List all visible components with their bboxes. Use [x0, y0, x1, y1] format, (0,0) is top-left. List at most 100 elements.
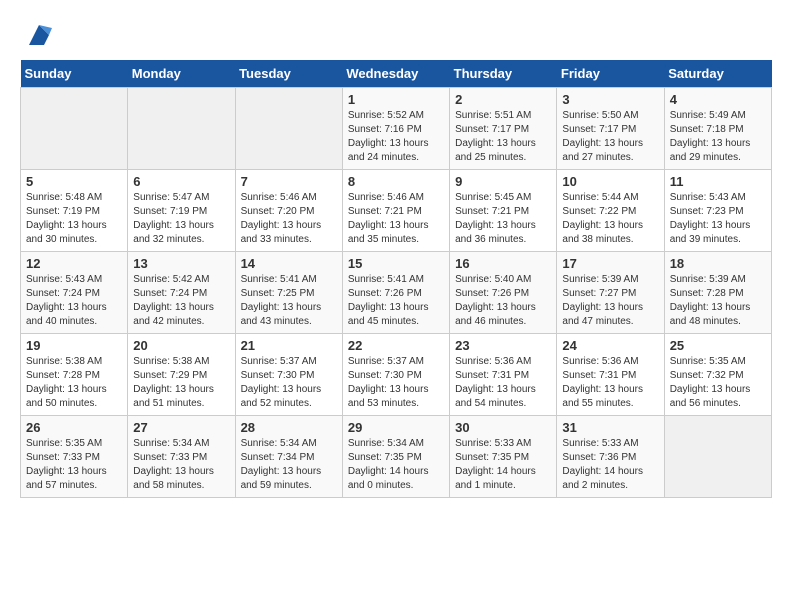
- day-number: 6: [133, 174, 229, 189]
- logo: [20, 20, 54, 50]
- day-info: Sunrise: 5:35 AMSunset: 7:33 PMDaylight:…: [26, 437, 122, 493]
- calendar-cell: 6 Sunrise: 5:47 AMSunset: 7:19 PMDaylight…: [128, 170, 235, 252]
- day-info: Sunrise: 5:39 AMSunset: 7:27 PMDaylight:…: [562, 273, 658, 329]
- day-number: 15: [348, 256, 444, 271]
- day-header-sunday: Sunday: [21, 60, 128, 88]
- day-info: Sunrise: 5:38 AMSunset: 7:28 PMDaylight:…: [26, 355, 122, 411]
- day-info: Sunrise: 5:36 AMSunset: 7:31 PMDaylight:…: [562, 355, 658, 411]
- day-info: Sunrise: 5:37 AMSunset: 7:30 PMDaylight:…: [241, 355, 337, 411]
- day-number: 28: [241, 420, 337, 435]
- day-info: Sunrise: 5:33 AMSunset: 7:35 PMDaylight:…: [455, 437, 551, 493]
- day-info: Sunrise: 5:47 AMSunset: 7:19 PMDaylight:…: [133, 191, 229, 247]
- calendar-cell: [128, 88, 235, 170]
- calendar-cell: 21 Sunrise: 5:37 AMSunset: 7:30 PMDayligh…: [235, 334, 342, 416]
- day-number: 23: [455, 338, 551, 353]
- calendar-cell: 29 Sunrise: 5:34 AMSunset: 7:35 PMDayligh…: [342, 416, 449, 498]
- calendar-cell: 9 Sunrise: 5:45 AMSunset: 7:21 PMDaylight…: [450, 170, 557, 252]
- day-number: 30: [455, 420, 551, 435]
- day-number: 19: [26, 338, 122, 353]
- calendar-cell: 4 Sunrise: 5:49 AMSunset: 7:18 PMDaylight…: [664, 88, 771, 170]
- days-header-row: SundayMondayTuesdayWednesdayThursdayFrid…: [21, 60, 772, 88]
- calendar-cell: 11 Sunrise: 5:43 AMSunset: 7:23 PMDayligh…: [664, 170, 771, 252]
- calendar-cell: 10Sunrise: 5:44 AMSunset: 7:22 PMDayligh…: [557, 170, 664, 252]
- day-info: Sunrise: 5:43 AMSunset: 7:24 PMDaylight:…: [26, 273, 122, 329]
- calendar-cell: 7 Sunrise: 5:46 AMSunset: 7:20 PMDaylight…: [235, 170, 342, 252]
- day-number: 22: [348, 338, 444, 353]
- calendar-cell: [235, 88, 342, 170]
- day-info: Sunrise: 5:39 AMSunset: 7:28 PMDaylight:…: [670, 273, 766, 329]
- day-number: 14: [241, 256, 337, 271]
- day-info: Sunrise: 5:42 AMSunset: 7:24 PMDaylight:…: [133, 273, 229, 329]
- day-info: Sunrise: 5:40 AMSunset: 7:26 PMDaylight:…: [455, 273, 551, 329]
- calendar-cell: 20 Sunrise: 5:38 AMSunset: 7:29 PMDayligh…: [128, 334, 235, 416]
- calendar-cell: 1 Sunrise: 5:52 AMSunset: 7:16 PMDaylight…: [342, 88, 449, 170]
- logo-icon: [24, 20, 54, 50]
- week-row-5: 26 Sunrise: 5:35 AMSunset: 7:33 PMDayligh…: [21, 416, 772, 498]
- calendar-cell: 22 Sunrise: 5:37 AMSunset: 7:30 PMDayligh…: [342, 334, 449, 416]
- day-number: 21: [241, 338, 337, 353]
- day-info: Sunrise: 5:38 AMSunset: 7:29 PMDaylight:…: [133, 355, 229, 411]
- day-number: 17: [562, 256, 658, 271]
- day-header-friday: Friday: [557, 60, 664, 88]
- calendar-cell: [21, 88, 128, 170]
- calendar-header: SundayMondayTuesdayWednesdayThursdayFrid…: [21, 60, 772, 88]
- calendar-body: 1 Sunrise: 5:52 AMSunset: 7:16 PMDaylight…: [21, 88, 772, 498]
- day-info: Sunrise: 5:33 AMSunset: 7:36 PMDaylight:…: [562, 437, 658, 493]
- day-number: 11: [670, 174, 766, 189]
- day-number: 12: [26, 256, 122, 271]
- calendar-cell: 16 Sunrise: 5:40 AMSunset: 7:26 PMDayligh…: [450, 252, 557, 334]
- day-info: Sunrise: 5:52 AMSunset: 7:16 PMDaylight:…: [348, 109, 444, 165]
- week-row-3: 12 Sunrise: 5:43 AMSunset: 7:24 PMDayligh…: [21, 252, 772, 334]
- day-header-wednesday: Wednesday: [342, 60, 449, 88]
- day-info: Sunrise: 5:45 AMSunset: 7:21 PMDaylight:…: [455, 191, 551, 247]
- day-info: Sunrise: 5:51 AMSunset: 7:17 PMDaylight:…: [455, 109, 551, 165]
- day-number: 27: [133, 420, 229, 435]
- day-number: 25: [670, 338, 766, 353]
- day-number: 5: [26, 174, 122, 189]
- calendar-cell: 13 Sunrise: 5:42 AMSunset: 7:24 PMDayligh…: [128, 252, 235, 334]
- day-number: 29: [348, 420, 444, 435]
- day-info: Sunrise: 5:50 AMSunset: 7:17 PMDaylight:…: [562, 109, 658, 165]
- day-number: 13: [133, 256, 229, 271]
- day-number: 18: [670, 256, 766, 271]
- calendar-cell: 8Sunrise: 5:46 AMSunset: 7:21 PMDaylight…: [342, 170, 449, 252]
- day-number: 20: [133, 338, 229, 353]
- calendar-cell: 27Sunrise: 5:34 AMSunset: 7:33 PMDayligh…: [128, 416, 235, 498]
- calendar-table: SundayMondayTuesdayWednesdayThursdayFrid…: [20, 60, 772, 498]
- day-header-thursday: Thursday: [450, 60, 557, 88]
- day-header-tuesday: Tuesday: [235, 60, 342, 88]
- day-info: Sunrise: 5:46 AMSunset: 7:20 PMDaylight:…: [241, 191, 337, 247]
- day-number: 9: [455, 174, 551, 189]
- day-number: 4: [670, 92, 766, 107]
- calendar-cell: 28 Sunrise: 5:34 AMSunset: 7:34 PMDayligh…: [235, 416, 342, 498]
- day-info: Sunrise: 5:37 AMSunset: 7:30 PMDaylight:…: [348, 355, 444, 411]
- day-info: Sunrise: 5:41 AMSunset: 7:25 PMDaylight:…: [241, 273, 337, 329]
- calendar-cell: 18 Sunrise: 5:39 AMSunset: 7:28 PMDayligh…: [664, 252, 771, 334]
- calendar-cell: 17 Sunrise: 5:39 AMSunset: 7:27 PMDayligh…: [557, 252, 664, 334]
- calendar-cell: [664, 416, 771, 498]
- calendar-cell: 14 Sunrise: 5:41 AMSunset: 7:25 PMDayligh…: [235, 252, 342, 334]
- day-number: 1: [348, 92, 444, 107]
- week-row-4: 19 Sunrise: 5:38 AMSunset: 7:28 PMDayligh…: [21, 334, 772, 416]
- day-header-monday: Monday: [128, 60, 235, 88]
- calendar-cell: 25 Sunrise: 5:35 AMSunset: 7:32 PMDayligh…: [664, 334, 771, 416]
- day-number: 2: [455, 92, 551, 107]
- day-number: 26: [26, 420, 122, 435]
- calendar-cell: 31 Sunrise: 5:33 AMSunset: 7:36 PMDayligh…: [557, 416, 664, 498]
- calendar-cell: 26 Sunrise: 5:35 AMSunset: 7:33 PMDayligh…: [21, 416, 128, 498]
- calendar-cell: 15Sunrise: 5:41 AMSunset: 7:26 PMDayligh…: [342, 252, 449, 334]
- day-info: Sunrise: 5:43 AMSunset: 7:23 PMDaylight:…: [670, 191, 766, 247]
- day-info: Sunrise: 5:35 AMSunset: 7:32 PMDaylight:…: [670, 355, 766, 411]
- day-number: 31: [562, 420, 658, 435]
- day-info: Sunrise: 5:34 AMSunset: 7:34 PMDaylight:…: [241, 437, 337, 493]
- calendar-cell: 3 Sunrise: 5:50 AMSunset: 7:17 PMDaylight…: [557, 88, 664, 170]
- day-number: 10: [562, 174, 658, 189]
- day-info: Sunrise: 5:49 AMSunset: 7:18 PMDaylight:…: [670, 109, 766, 165]
- day-info: Sunrise: 5:34 AMSunset: 7:35 PMDaylight:…: [348, 437, 444, 493]
- calendar-cell: 2 Sunrise: 5:51 AMSunset: 7:17 PMDaylight…: [450, 88, 557, 170]
- week-row-1: 1 Sunrise: 5:52 AMSunset: 7:16 PMDaylight…: [21, 88, 772, 170]
- day-number: 7: [241, 174, 337, 189]
- day-number: 3: [562, 92, 658, 107]
- day-number: 16: [455, 256, 551, 271]
- calendar-cell: 30 Sunrise: 5:33 AMSunset: 7:35 PMDayligh…: [450, 416, 557, 498]
